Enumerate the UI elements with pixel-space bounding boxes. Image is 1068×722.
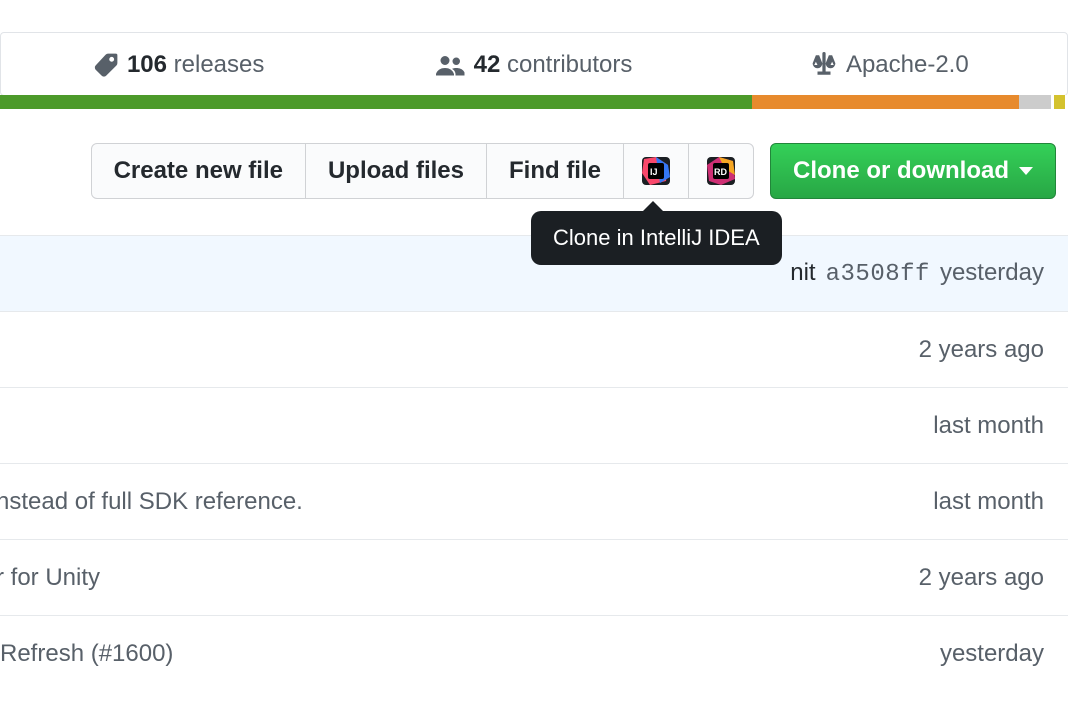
language-bar[interactable] [0,95,1068,109]
releases-label: releases [174,51,265,78]
lang-segment [1065,95,1068,109]
file-list: nit a3508ff yesterday 2 years ago last m… [0,235,1068,692]
rider-icon: RD [705,155,737,187]
clone-rider-button[interactable]: RD [688,143,754,199]
commit-message[interactable]: Refresh (#1600) [0,640,173,668]
file-actions-group: Create new file Upload files Find file I… [91,143,754,199]
people-icon [436,53,466,77]
find-file-button[interactable]: Find file [486,143,624,199]
commit-age: 2 years ago [919,336,1044,364]
commit-age: 2 years ago [919,564,1044,592]
contributors-link[interactable]: 42 contributors [356,33,711,95]
clone-download-label: Clone or download [793,157,1009,185]
file-toolbar: Create new file Upload files Find file I… [0,109,1068,199]
table-row[interactable]: 2 years ago [0,312,1068,388]
commit-prefix: nit [790,259,815,287]
table-row[interactable]: r for Unity 2 years ago [0,540,1068,616]
commit-age: yesterday [940,640,1044,668]
law-icon [810,52,838,78]
commit-message[interactable]: r for Unity [0,564,100,592]
lang-segment [0,95,752,109]
releases-link[interactable]: 106 releases [1,33,356,95]
upload-files-button[interactable]: Upload files [305,143,487,199]
tag-icon [93,52,119,78]
svg-text:RD: RD [714,167,727,177]
tooltip-clone-intellij: Clone in IntelliJ IDEA [531,211,782,265]
commit-age: yesterday [940,259,1044,287]
contributors-count: 42 [474,51,501,78]
table-row[interactable]: last month [0,388,1068,464]
lang-segment [1019,95,1051,109]
commit-age: last month [933,412,1044,440]
commit-sha[interactable]: a3508ff [826,261,930,288]
lang-segment [1054,95,1065,109]
license-link[interactable]: Apache-2.0 [712,33,1067,95]
repo-meta-bar: 106 releases 42 contributors Apache-2.0 [0,32,1068,96]
create-file-button[interactable]: Create new file [91,143,306,199]
caret-down-icon [1019,167,1033,175]
table-row[interactable]: nstead of full SDK reference. last month [0,464,1068,540]
svg-text:IJ: IJ [650,167,658,177]
releases-count: 106 [127,51,167,78]
intellij-icon: IJ [640,155,672,187]
table-row[interactable]: Refresh (#1600) yesterday [0,616,1068,692]
commit-message[interactable]: nstead of full SDK reference. [0,488,303,516]
lang-segment [752,95,1019,109]
clone-intellij-button[interactable]: IJ [623,143,689,199]
clone-download-button[interactable]: Clone or download [770,143,1056,199]
license-label: Apache-2.0 [846,51,969,79]
commit-age: last month [933,488,1044,516]
contributors-label: contributors [507,51,632,78]
